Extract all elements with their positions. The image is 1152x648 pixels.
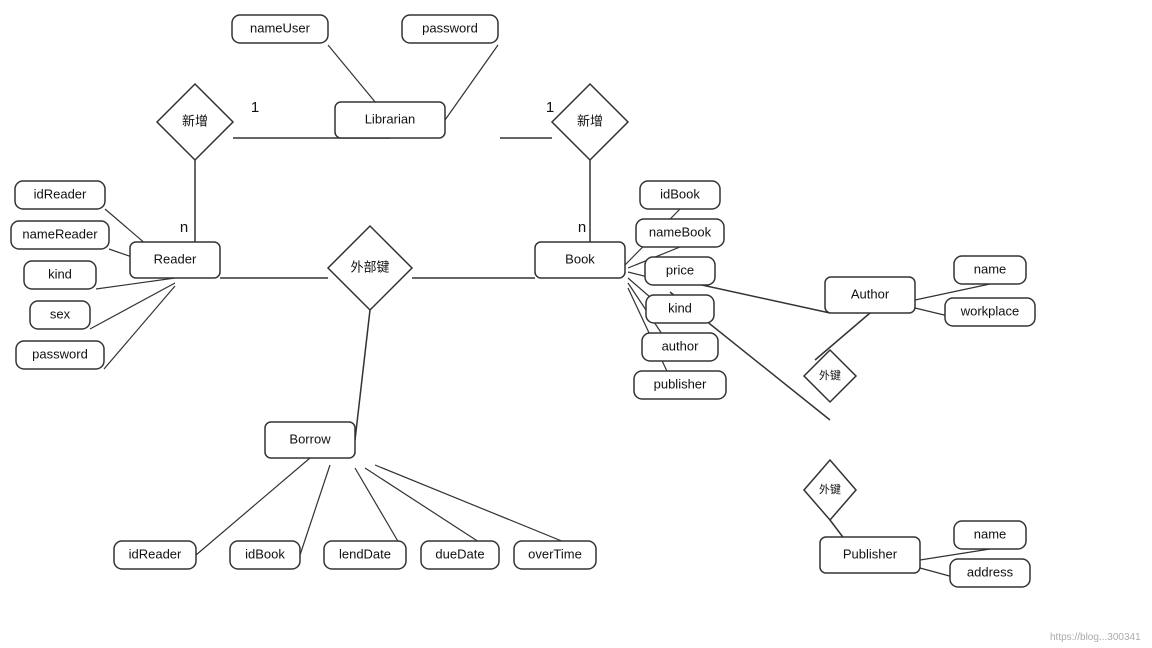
attr-idbook-label: idBook [660,186,700,201]
attr-namereader-label: nameReader [22,226,98,241]
attr-workplace-label: workplace [960,303,1020,318]
reader-label: Reader [154,251,197,266]
attr-lenddate-label: lendDate [339,546,391,561]
waijian-author-label: 外键 [819,368,841,382]
publisher-label: Publisher [843,546,898,561]
cardinal-n-right: n [578,219,586,236]
cardinal-1-left: 1 [251,99,259,116]
xinzeng1-label: 新增 [182,113,208,128]
borrow-label: Borrow [289,431,331,446]
attr-kind-reader-label: kind [48,266,72,281]
author-label: Author [851,286,890,301]
attr-address-label: address [967,564,1014,579]
waijian-publisher-label: 外键 [819,482,841,496]
cardinal-n-left: n [180,219,188,236]
attr-borrow-idbook-label: idBook [245,546,285,561]
cardinal-1-right: 1 [546,99,554,116]
attr-namebook-label: nameBook [649,224,712,239]
librarian-label: Librarian [365,111,416,126]
attr-price-label: price [666,262,694,277]
attr-sex-label: sex [50,306,71,321]
attr-publisher-name-label: name [974,526,1007,541]
attr-password-lib-label: password [422,20,478,35]
attr-author-book-label: author [662,338,700,353]
attr-password-reader-label: password [32,346,88,361]
xinzeng2-label: 新增 [577,113,603,128]
attr-kind-book-label: kind [668,300,692,315]
er-diagram: 新增 新增 外部键 外键 外键 Librarian Reader Book Bo… [0,0,1152,648]
attr-idreader-label: idReader [34,186,87,201]
attr-overtime-label: overTime [528,546,582,561]
attr-author-name-label: name [974,261,1007,276]
attr-duedate-label: dueDate [435,546,484,561]
book-label: Book [565,251,595,266]
watermark: https://blog...300341 [1050,632,1141,643]
attr-publisher-book-label: publisher [654,376,707,391]
attr-borrow-idreader-label: idReader [129,546,182,561]
attr-nameuser-label: nameUser [250,20,311,35]
waibujian-label: 外部键 [350,259,389,274]
